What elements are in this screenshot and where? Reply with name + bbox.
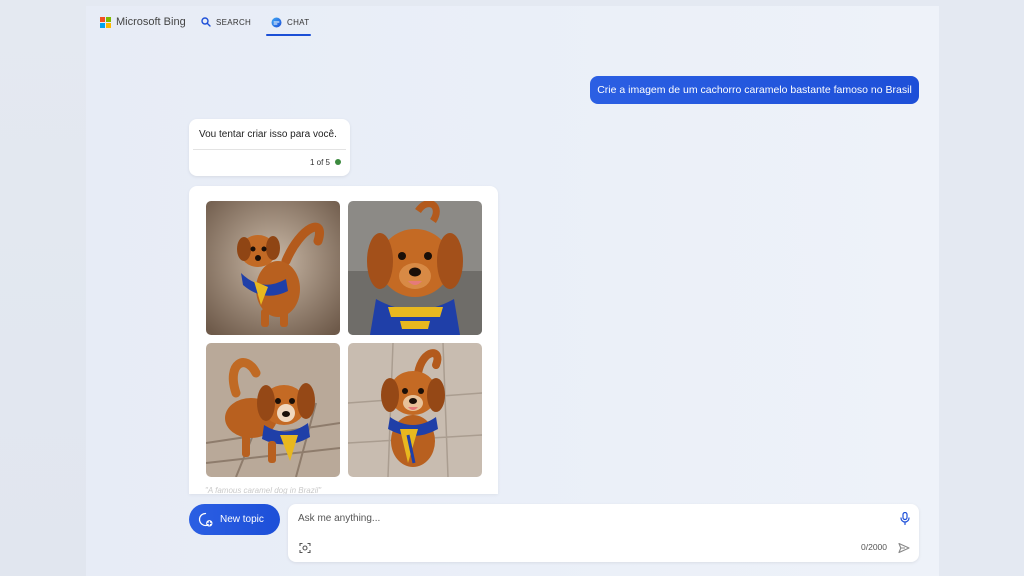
user-message: Crie a imagem de um cachorro caramelo ba… — [590, 76, 919, 104]
dog-image-1[interactable] — [206, 201, 340, 335]
active-tab-indicator — [266, 34, 311, 36]
dog-image-2[interactable] — [348, 201, 482, 335]
dog-image-2-graphic — [348, 201, 482, 335]
character-counter: 0/2000 — [861, 542, 887, 552]
new-topic-button[interactable]: New topic — [189, 504, 280, 535]
bot-message-text: Vou tentar criar isso para você. — [199, 129, 337, 140]
bing-brand[interactable]: Microsoft Bing — [100, 16, 186, 28]
dog-image-4-graphic — [348, 343, 482, 477]
turn-counter: 1 of 5 — [309, 158, 330, 167]
tab-chat[interactable]: CHAT — [271, 17, 309, 28]
image-caption: "A famous caramel dog in Brazil" — [205, 486, 322, 494]
chat-composer: 0/2000 — [288, 504, 919, 562]
left-background — [0, 0, 86, 576]
tab-chat-label: CHAT — [287, 18, 310, 27]
new-topic-icon — [198, 512, 213, 527]
dog-image-3[interactable] — [206, 343, 340, 477]
user-message-text: Crie a imagem de um cachorro caramelo ba… — [597, 84, 912, 96]
dog-image-3-graphic — [206, 343, 340, 477]
tab-search[interactable]: SEARCH — [201, 17, 251, 27]
microphone-icon[interactable] — [900, 511, 910, 530]
search-icon — [201, 17, 211, 27]
tab-search-label: SEARCH — [216, 17, 252, 27]
dog-image-4[interactable] — [348, 343, 482, 477]
visual-search-icon[interactable] — [299, 541, 311, 559]
chat-input[interactable] — [298, 513, 858, 524]
bot-message: Vou tentar criar isso para você. 1 of 5 — [189, 119, 350, 176]
chat-icon — [271, 17, 282, 28]
dog-image-1-graphic — [206, 201, 340, 335]
bot-message-divider — [193, 149, 346, 150]
brand-label: Microsoft Bing — [116, 16, 186, 28]
status-dot-icon — [335, 159, 341, 165]
new-topic-label: New topic — [220, 514, 264, 525]
generated-images-card: "A famous caramel dog in Brazil" — [189, 186, 498, 494]
microsoft-logo-icon — [100, 16, 111, 28]
send-icon[interactable] — [898, 541, 910, 559]
